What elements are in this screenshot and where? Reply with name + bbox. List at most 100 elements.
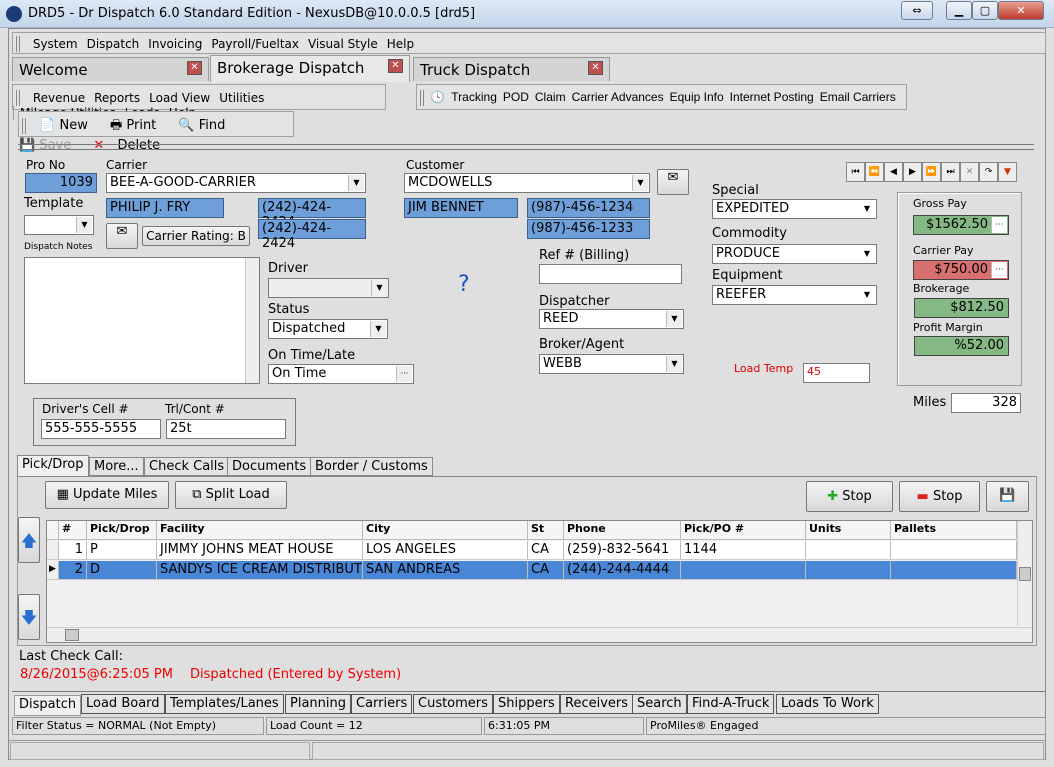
move-up-button[interactable]: 🡅	[18, 517, 40, 563]
ref-input[interactable]	[539, 264, 682, 284]
template-select[interactable]: ▼	[24, 215, 94, 235]
col-units[interactable]: Units	[806, 521, 891, 540]
bottom-tab-dispatch[interactable]: Dispatch	[14, 695, 82, 716]
toolbar-internet-posting[interactable]: Internet Posting	[730, 90, 814, 104]
carrier-pay-field[interactable]: $750.00 ···	[913, 260, 1009, 280]
bottom-tab-loads-to-work[interactable]: Loads To Work	[776, 694, 879, 714]
col-pick-drop[interactable]: Pick/Drop	[87, 521, 157, 540]
close-tab-icon[interactable]: ✕	[588, 61, 603, 75]
minimize-button[interactable]: ▁	[946, 1, 972, 20]
col-city[interactable]: City	[363, 521, 528, 540]
col-pick-po[interactable]: Pick/PO #	[681, 521, 806, 540]
prior-page-icon[interactable]: ⏪	[865, 162, 884, 182]
col-pallets[interactable]: Pallets	[891, 521, 1017, 540]
carrier-email-button[interactable]: ✉	[106, 223, 138, 249]
bottom-tab-search[interactable]: Search	[632, 694, 687, 714]
toolbar-email-carriers[interactable]: Email Carriers	[820, 90, 896, 104]
new-button[interactable]: 📄 New	[39, 118, 97, 133]
ellipsis-button[interactable]: ···	[991, 217, 1007, 233]
trl-input[interactable]: 25t	[166, 419, 286, 439]
scrollbar[interactable]	[245, 258, 259, 383]
menu-visual-style[interactable]: Visual Style	[308, 37, 378, 51]
col-phone[interactable]: Phone	[564, 521, 681, 540]
toolbar-claim[interactable]: Claim	[535, 90, 566, 104]
carrier-rating-button[interactable]: Carrier Rating: B	[142, 226, 250, 246]
find-button[interactable]: 🔍 Find	[178, 118, 234, 133]
toolbar-revenue[interactable]: Revenue	[33, 91, 85, 105]
move-down-button[interactable]: 🡇	[18, 594, 40, 640]
customer-email-button[interactable]: ✉	[657, 169, 689, 195]
close-button[interactable]: ✕	[998, 1, 1044, 20]
subtab-check-calls[interactable]: Check Calls	[144, 457, 230, 476]
driver-cell-input[interactable]: 555-555-5555	[41, 419, 161, 439]
horizontal-scrollbar[interactable]	[47, 627, 1032, 642]
col-st[interactable]: St	[528, 521, 564, 540]
driver-select[interactable]: ▼	[268, 278, 389, 298]
save-stops-button[interactable]: 💾	[986, 481, 1029, 512]
pro-no-field[interactable]: 1039	[25, 173, 97, 193]
ellipsis-button[interactable]: ···	[396, 366, 412, 382]
menu-payroll[interactable]: Payroll/Fueltax	[211, 37, 299, 51]
vertical-scrollbar[interactable]	[1017, 521, 1032, 626]
toolbar-carrier-advances[interactable]: Carrier Advances	[572, 90, 664, 104]
bottom-tab-load-board[interactable]: Load Board	[81, 694, 165, 714]
restore-layout-button[interactable]: ⇔	[901, 1, 933, 20]
toolbar-pod[interactable]: POD	[503, 90, 529, 104]
refresh-icon[interactable]: ↷	[979, 162, 998, 182]
toolbar-tracking[interactable]: Tracking	[451, 90, 497, 104]
menu-help[interactable]: Help	[387, 37, 414, 51]
first-record-icon[interactable]: ⏮	[846, 162, 865, 182]
filter-icon[interactable]: ▼	[998, 162, 1017, 182]
equipment-select[interactable]: REEFER ▼	[712, 285, 877, 305]
bottom-tab-shippers[interactable]: Shippers	[493, 694, 560, 714]
toolbar-equip-info[interactable]: Equip Info	[670, 90, 724, 104]
help-question-mark[interactable]: ?	[458, 272, 470, 297]
load-temp-input[interactable]: 45	[803, 363, 870, 383]
next-page-icon[interactable]: ⏩	[922, 162, 941, 182]
miles-input[interactable]: 328	[951, 393, 1021, 413]
bottom-tab-carriers[interactable]: Carriers	[351, 694, 413, 714]
tab-truck-dispatch[interactable]: Truck Dispatch ✕	[413, 57, 610, 81]
toolbar-reports[interactable]: Reports	[94, 91, 140, 105]
close-tab-icon[interactable]: ✕	[187, 61, 202, 75]
carrier-select[interactable]: BEE-A-GOOD-CARRIER ▼	[106, 173, 366, 193]
toolbar-load-view[interactable]: Load View	[149, 91, 210, 105]
tab-welcome[interactable]: Welcome ✕	[12, 57, 209, 81]
col-facility[interactable]: Facility	[157, 521, 363, 540]
bottom-tab-customers[interactable]: Customers	[413, 694, 493, 714]
col-num[interactable]: #	[59, 521, 87, 540]
dispatcher-select[interactable]: REED ▼	[539, 309, 684, 329]
add-stop-button[interactable]: ✚ Stop	[806, 481, 893, 512]
bottom-tab-receivers[interactable]: Receivers	[560, 694, 634, 714]
gross-pay-field[interactable]: $1562.50 ···	[913, 215, 1009, 235]
special-select[interactable]: EXPEDITED ▼	[712, 199, 877, 219]
commodity-select[interactable]: PRODUCE ▼	[712, 244, 877, 264]
bottom-tab-find-a-truck[interactable]: Find-A-Truck	[687, 694, 775, 714]
maximize-button[interactable]: ▢	[972, 1, 998, 20]
update-miles-button[interactable]: ▦ Update Miles	[45, 481, 169, 509]
cancel-icon[interactable]: ✕	[960, 162, 979, 182]
next-record-icon[interactable]: ▶	[903, 162, 922, 182]
menu-invoicing[interactable]: Invoicing	[148, 37, 202, 51]
close-tab-icon[interactable]: ✕	[388, 59, 403, 73]
menu-system[interactable]: System	[33, 37, 78, 51]
print-button[interactable]: 🖶 Print	[110, 116, 165, 138]
status-select[interactable]: Dispatched ▼	[268, 319, 388, 339]
split-load-button[interactable]: ⧉ Split Load	[175, 481, 287, 509]
subtab-more[interactable]: More...	[89, 457, 144, 476]
ontime-field[interactable]: On Time ···	[268, 364, 414, 384]
tab-brokerage-dispatch[interactable]: Brokerage Dispatch ✕	[210, 55, 410, 82]
subtab-documents[interactable]: Documents	[227, 457, 312, 476]
subtab-pick-drop[interactable]: Pick/Drop	[17, 455, 89, 476]
bottom-tab-planning[interactable]: Planning	[285, 694, 351, 714]
ellipsis-button[interactable]: ···	[991, 262, 1007, 278]
bottom-tab-templates-lanes[interactable]: Templates/Lanes	[165, 694, 284, 714]
last-record-icon[interactable]: ⏭	[941, 162, 960, 182]
dispatch-notes-textarea[interactable]	[24, 257, 260, 384]
menu-dispatch[interactable]: Dispatch	[87, 37, 140, 51]
customer-select[interactable]: MCDOWELLS ▼	[404, 173, 650, 193]
subtab-border-customs[interactable]: Border / Customs	[310, 457, 433, 476]
broker-select[interactable]: WEBB ▼	[539, 354, 684, 374]
toolbar-utilities[interactable]: Utilities	[219, 91, 264, 105]
prior-record-icon[interactable]: ◀	[884, 162, 903, 182]
